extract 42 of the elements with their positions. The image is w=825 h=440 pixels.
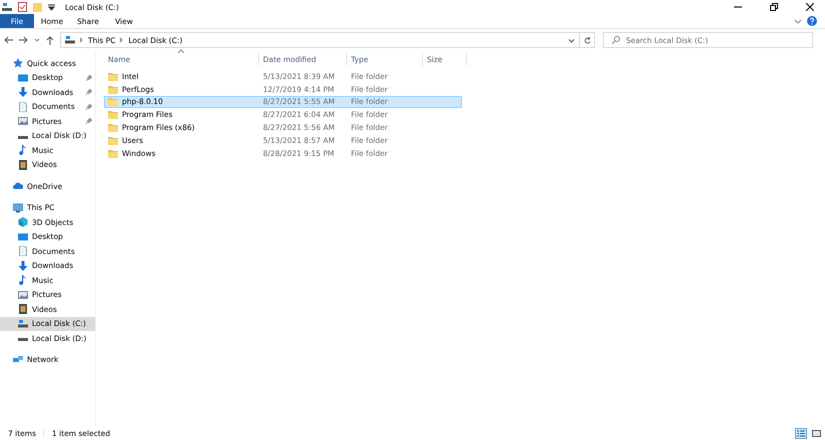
cube-icon — [18, 217, 28, 228]
search-icon — [612, 36, 620, 44]
download-icon — [18, 260, 28, 271]
refresh-icon — [584, 36, 590, 44]
sort-caret-icon — [178, 49, 184, 53]
desktop-icon — [18, 232, 28, 242]
music-note-icon — [18, 275, 28, 286]
chevron-right-icon — [79, 37, 84, 43]
details-view-button[interactable] — [795, 428, 807, 438]
properties-icon[interactable] — [18, 2, 27, 12]
network-icon — [13, 354, 23, 365]
chevron-down-icon[interactable] — [794, 17, 802, 25]
help-icon[interactable] — [807, 16, 817, 26]
details-list-icon — [797, 430, 805, 436]
desktop-icon — [18, 72, 28, 83]
chevron-down-icon[interactable] — [34, 37, 40, 43]
star-icon — [13, 58, 23, 68]
up-arrow-icon[interactable] — [46, 36, 54, 44]
dropdown-icon[interactable] — [48, 4, 55, 10]
drive-icon — [18, 318, 28, 329]
forward-arrow-icon[interactable] — [19, 36, 28, 44]
film-icon — [18, 160, 28, 170]
cloud-icon — [13, 181, 23, 192]
music-note-icon — [18, 145, 28, 156]
drive-icon — [65, 35, 75, 45]
restore-icon — [770, 3, 778, 11]
document-icon — [18, 246, 28, 256]
document-icon — [18, 102, 28, 112]
pin-icon — [86, 89, 92, 96]
pin-icon — [86, 118, 92, 124]
chevron-down-icon[interactable] — [568, 36, 575, 44]
close-icon — [806, 3, 814, 11]
monitor-icon — [13, 202, 23, 213]
drive-icon — [2, 2, 12, 12]
pin-icon — [86, 74, 92, 81]
refresh-button[interactable] — [579, 32, 595, 48]
pin-icon — [86, 104, 92, 110]
chevron-right-icon — [119, 37, 124, 43]
large-icons-view-button[interactable] — [810, 428, 822, 438]
download-icon — [18, 87, 28, 98]
back-arrow-icon[interactable] — [4, 36, 13, 44]
film-icon — [18, 304, 28, 314]
